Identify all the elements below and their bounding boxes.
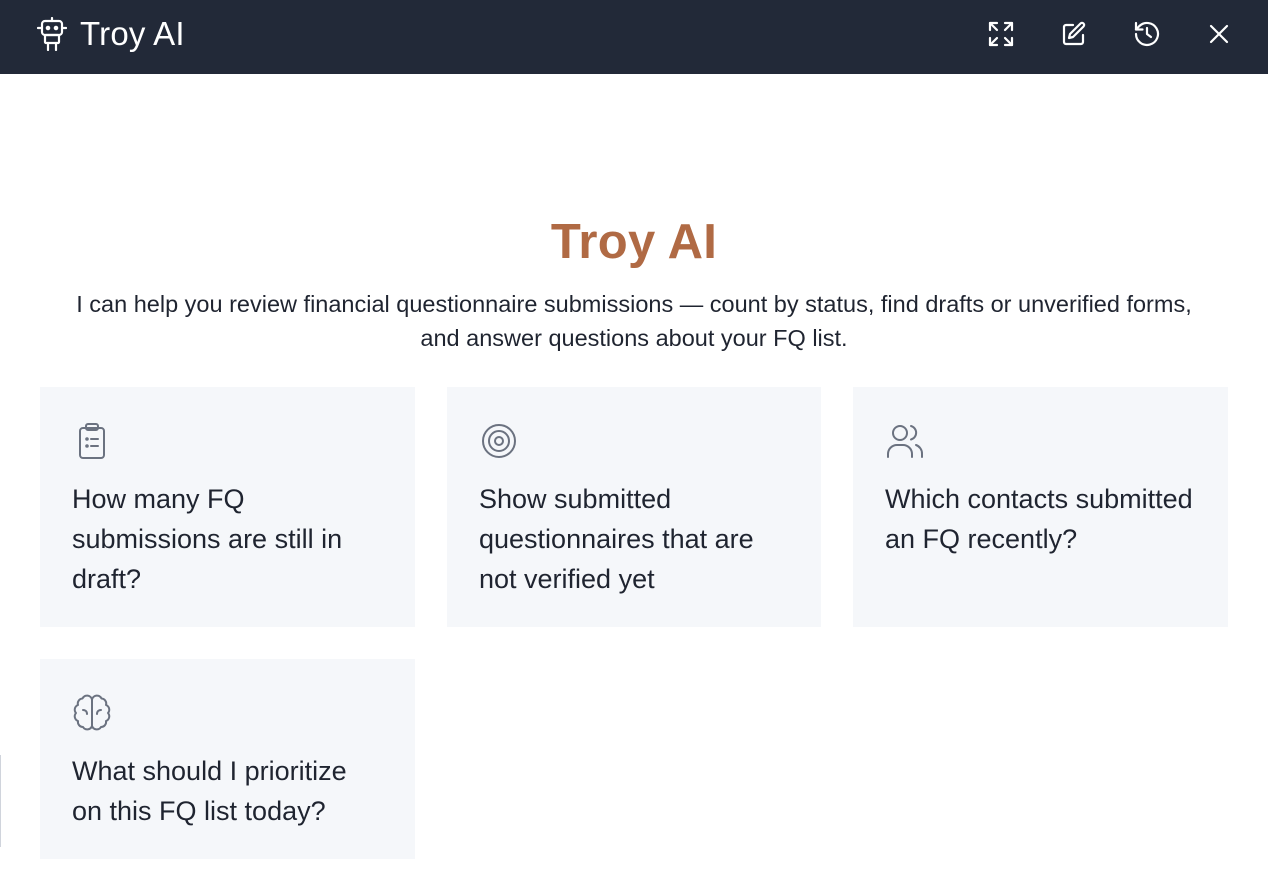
suggestion-text: Show submitted questionnaires that are n… <box>479 484 754 594</box>
brain-icon <box>72 693 112 733</box>
suggestion-card-draft[interactable]: How many FQ submissions are still in dra… <box>40 387 415 627</box>
panel-edge <box>0 755 1 847</box>
clipboard-icon <box>72 421 112 461</box>
target-icon <box>479 421 519 461</box>
suggestion-card-unverified[interactable]: Show submitted questionnaires that are n… <box>447 387 821 627</box>
hero-subtitle: I can help you review financial question… <box>76 291 1192 351</box>
suggestion-text: Which contacts submitted an FQ recently? <box>885 484 1193 554</box>
robot-icon <box>36 16 68 52</box>
expand-button[interactable] <box>981 16 1021 56</box>
app-header: Troy AI <box>0 0 1268 74</box>
history-icon <box>1133 20 1161 53</box>
app-title: Troy AI <box>80 15 185 52</box>
close-icon <box>1208 23 1230 50</box>
brand: Troy AI <box>36 14 185 54</box>
hero-title: Troy AI <box>550 215 718 269</box>
history-button[interactable] <box>1127 16 1167 56</box>
edit-icon <box>1061 21 1087 52</box>
expand-icon <box>988 21 1014 52</box>
suggestion-card-contacts[interactable]: Which contacts submitted an FQ recently? <box>853 387 1228 627</box>
suggestion-text: How many FQ submissions are still in dra… <box>72 484 343 594</box>
close-button[interactable] <box>1199 16 1239 56</box>
users-icon <box>885 421 925 461</box>
new-chat-button[interactable] <box>1054 16 1094 56</box>
suggestion-text: What should I prioritize on this FQ list… <box>72 756 347 826</box>
suggestion-card-prioritize[interactable]: What should I prioritize on this FQ list… <box>40 659 415 859</box>
